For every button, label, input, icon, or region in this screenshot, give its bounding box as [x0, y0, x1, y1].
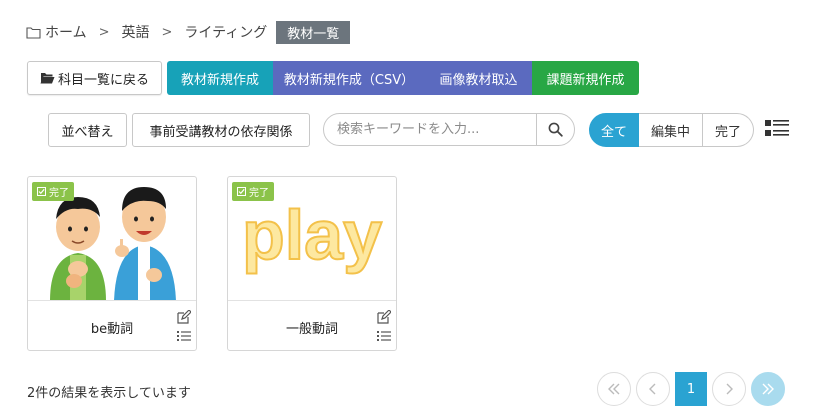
create-material-button[interactable]: 教材新規作成 — [167, 61, 273, 95]
svg-text:play: play — [242, 196, 382, 274]
breadcrumb-current: 教材一覧 — [276, 20, 351, 44]
search-button[interactable] — [536, 114, 574, 145]
create-material-csv-button[interactable]: 教材新規作成（CSV） — [273, 61, 425, 95]
breadcrumb-separator: > — [98, 24, 110, 40]
checkbox-icon — [37, 187, 46, 196]
status-badge: 完了 — [232, 182, 274, 201]
list-menu-icon[interactable] — [377, 330, 391, 342]
material-title[interactable]: 一般動詞 — [228, 318, 396, 337]
pagination: 1 — [597, 372, 785, 406]
chevron-right-icon — [726, 383, 733, 395]
material-thumbnail[interactable]: 完了 play — [228, 177, 396, 301]
status-badge-label: 完了 — [249, 188, 269, 199]
material-thumbnail[interactable]: 完了 — [28, 177, 196, 301]
first-page-button[interactable] — [597, 372, 631, 406]
double-chevron-right-icon — [762, 383, 774, 395]
search-box — [323, 113, 575, 146]
page-number-button[interactable]: 1 — [675, 372, 707, 406]
material-card[interactable]: 完了 be動詞 — [27, 176, 197, 351]
material-title[interactable]: be動詞 — [28, 318, 196, 337]
folder-open-icon — [40, 73, 55, 84]
back-button-label: 科目一覧に戻る — [57, 72, 149, 88]
filter-complete[interactable]: 完了 — [703, 113, 754, 147]
folder-icon — [26, 26, 41, 39]
result-count: 2件の結果を表示しています — [27, 386, 191, 401]
chevron-left-icon — [649, 383, 656, 395]
dependency-button[interactable]: 事前受講教材の依存関係 — [132, 113, 310, 147]
list-view-icon[interactable] — [764, 118, 790, 138]
back-to-subjects-button[interactable]: 科目一覧に戻る — [27, 61, 162, 95]
status-filter-group: 全て 編集中 完了 — [589, 113, 754, 147]
last-page-button[interactable] — [751, 372, 785, 406]
breadcrumb-home[interactable]: ホーム — [26, 22, 87, 42]
breadcrumb-writing[interactable]: ライティング — [184, 22, 267, 42]
checkbox-icon — [237, 187, 246, 196]
create-button-group: 教材新規作成 教材新規作成（CSV） 画像教材取込 課題新規作成 — [167, 61, 639, 95]
filter-all[interactable]: 全て — [589, 113, 639, 147]
edit-icon[interactable] — [177, 310, 191, 324]
list-menu-icon[interactable] — [177, 330, 191, 342]
filter-editing[interactable]: 編集中 — [639, 113, 703, 147]
double-chevron-left-icon — [608, 383, 620, 395]
breadcrumb-separator: > — [161, 24, 173, 40]
search-input[interactable] — [324, 114, 536, 145]
import-image-material-button[interactable]: 画像教材取込 — [425, 61, 532, 95]
edit-icon[interactable] — [377, 310, 391, 324]
status-badge-label: 完了 — [49, 188, 69, 199]
prev-page-button[interactable] — [636, 372, 670, 406]
search-icon — [548, 122, 563, 137]
breadcrumb: ホーム > 英語 > ライティング 教材一覧 — [26, 20, 351, 44]
material-card[interactable]: 完了 play 一般動詞 — [227, 176, 397, 351]
next-page-button[interactable] — [712, 372, 746, 406]
sort-button[interactable]: 並べ替え — [48, 113, 127, 147]
breadcrumb-english[interactable]: 英語 — [122, 22, 150, 42]
breadcrumb-home-label: ホーム — [45, 25, 87, 41]
create-task-button[interactable]: 課題新規作成 — [532, 61, 639, 95]
status-badge: 完了 — [32, 182, 74, 201]
